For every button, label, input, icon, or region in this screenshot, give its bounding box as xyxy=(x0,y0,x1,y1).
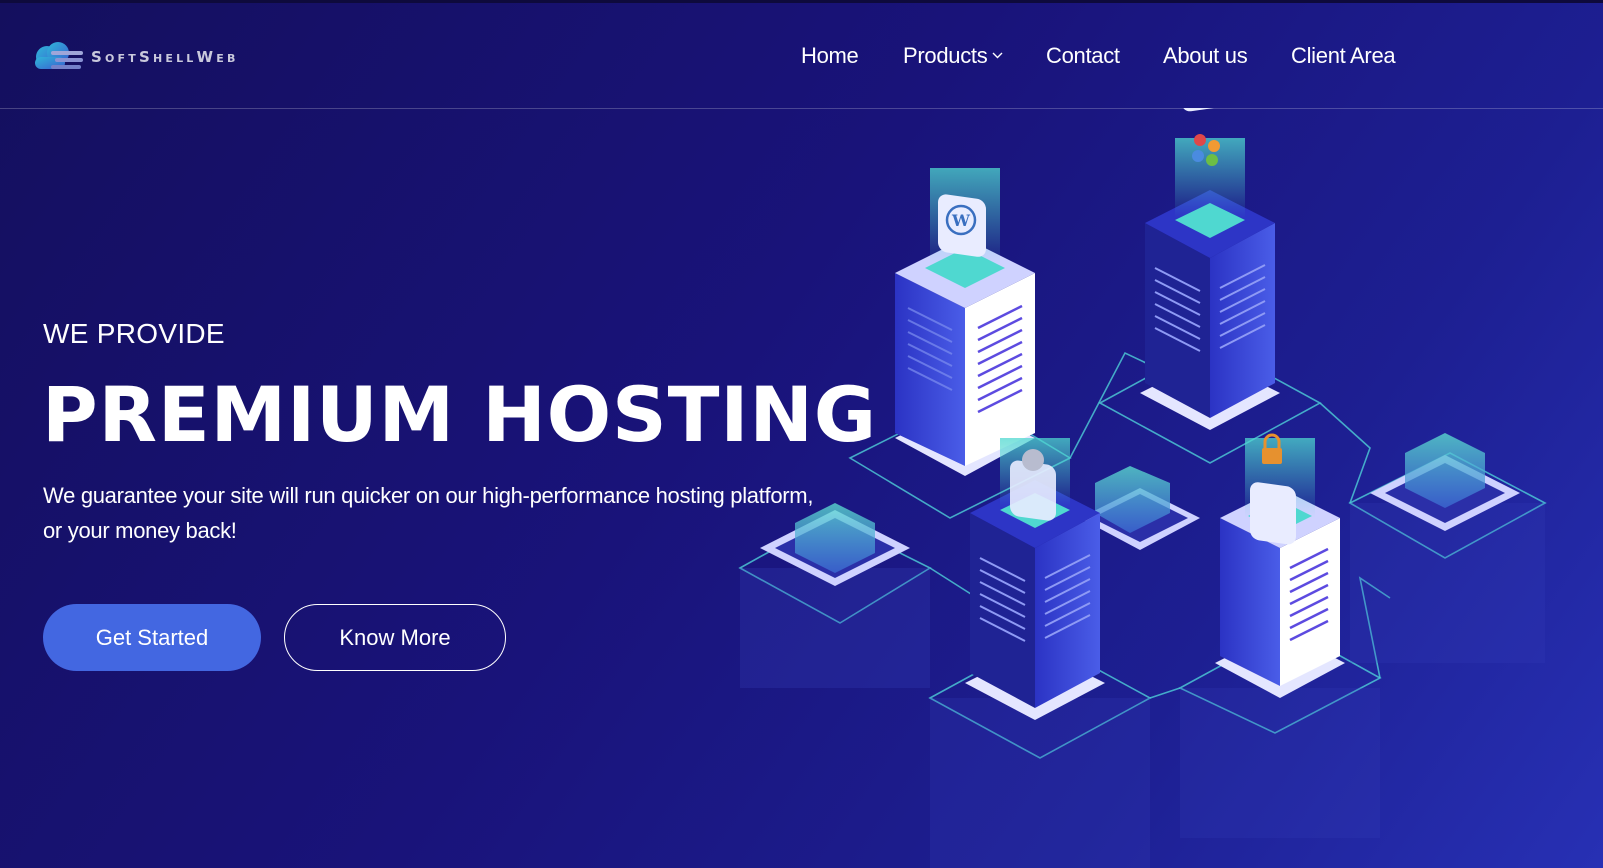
hero-lead: We guarantee your site will run quicker … xyxy=(43,483,814,543)
hero-eyebrow: WE PROVIDE xyxy=(43,318,225,349)
nav-contact[interactable]: Contact xyxy=(1046,43,1120,69)
server-tower-2 xyxy=(1140,138,1280,430)
server-illustration: W xyxy=(738,108,1547,868)
wordpress-icon: W xyxy=(938,194,986,257)
get-started-button[interactable]: Get Started xyxy=(43,604,261,671)
chevron-down-icon xyxy=(992,52,1003,59)
server-tower-4 xyxy=(1215,438,1345,698)
nav-products[interactable]: Products xyxy=(903,43,1003,69)
know-more-button[interactable]: Know More xyxy=(284,604,506,671)
svg-text:W: W xyxy=(951,211,971,230)
nav-products-label: Products xyxy=(903,43,988,68)
nav-home[interactable]: Home xyxy=(801,43,859,69)
site-header: SoftShellWeb Home Products Contact About… xyxy=(0,3,1603,109)
nav-client-area[interactable]: Client Area xyxy=(1291,43,1396,69)
main-nav: Home Products Contact About us Client Ar… xyxy=(0,43,1603,77)
nav-about-us[interactable]: About us xyxy=(1163,43,1248,69)
